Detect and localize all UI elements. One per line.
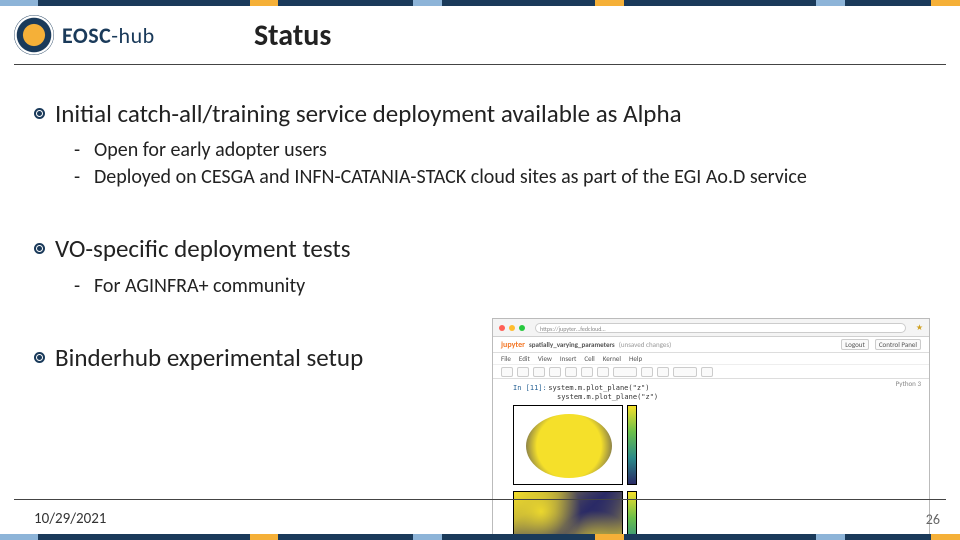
menu-insert: Insert <box>560 354 576 363</box>
dash-icon: - <box>74 164 84 190</box>
window-min-icon <box>509 325 515 331</box>
address-bar: https://jupyter…fedcloud… <box>535 323 906 333</box>
stop-icon <box>641 367 653 377</box>
slide: EOSC-hub Status Initial catch-all/traini… <box>0 0 960 540</box>
sub-text: Deployed on CESGA and INFN-CATANIA-STACK… <box>94 164 807 191</box>
up-icon <box>581 367 593 377</box>
dash-icon: - <box>74 137 84 163</box>
copy-icon <box>549 367 561 377</box>
header: EOSC-hub Status <box>0 6 960 64</box>
code-line-1: system.m.plot_plane("z") <box>548 384 649 392</box>
jupyter-logo-icon: jupyter <box>501 340 525 350</box>
sub-item: - Deployed on CESGA and INFN-CATANIA-STA… <box>74 164 940 191</box>
menu-edit: Edit <box>519 354 530 363</box>
sub-item: - For AGINFRA+ community <box>74 273 940 300</box>
brand-text: EOSC-hub <box>62 22 155 49</box>
bullet-3-text: Binderhub experimental setup <box>55 342 363 373</box>
embedded-screenshot: https://jupyter…fedcloud… ★ jupyter spat… <box>492 318 930 540</box>
control-panel-button: Control Panel <box>875 339 921 350</box>
celltype-select <box>673 367 697 377</box>
notebook-name: spatially_varying_parameters <box>529 340 615 349</box>
logout-button: Logout <box>841 339 869 350</box>
paste-icon <box>565 367 577 377</box>
notebook-state: (unsaved changes) <box>619 340 672 349</box>
bullet-2-subs: - For AGINFRA+ community <box>74 273 940 300</box>
jupyter-menu: File Edit View Insert Cell Kernel Help <box>493 353 929 365</box>
cut-icon <box>533 367 545 377</box>
slide-body: Initial catch-all/training service deplo… <box>34 98 940 480</box>
dash-icon: - <box>74 273 84 299</box>
brand-prefix: EOSC <box>62 22 111 49</box>
down-icon <box>597 367 609 377</box>
sub-text: Open for early adopter users <box>94 137 327 164</box>
command-icon <box>701 367 713 377</box>
bookmark-icon: ★ <box>916 323 923 333</box>
plot-1 <box>513 405 623 485</box>
add-cell-icon <box>517 367 529 377</box>
brand-suffix: -hub <box>111 22 154 49</box>
window-max-icon <box>519 325 525 331</box>
jupyter-toolbar <box>493 365 929 379</box>
bullet-2: VO-specific deployment tests <box>34 233 940 264</box>
footer-date: 10/29/2021 <box>34 510 106 528</box>
menu-kernel: Kernel <box>603 354 621 363</box>
browser-chrome: https://jupyter…fedcloud… ★ <box>493 319 929 337</box>
header-rule <box>14 64 946 65</box>
kernel-indicator: Python 3 <box>896 379 921 388</box>
menu-help: Help <box>629 354 642 363</box>
bottom-color-strip <box>0 534 960 540</box>
footer-rule <box>14 499 946 500</box>
bullet-1-subs: - Open for early adopter users - Deploye… <box>74 137 940 191</box>
in-label: In [11]: <box>513 384 547 392</box>
bullet-1: Initial catch-all/training service deplo… <box>34 98 940 129</box>
code-line-2: system.m.plot_plane("z") <box>557 393 658 401</box>
menu-file: File <box>501 354 511 363</box>
jupyter-header: jupyter spatially_varying_parameters (un… <box>493 337 929 353</box>
save-icon <box>501 367 513 377</box>
footer: 10/29/2021 26 <box>34 510 940 528</box>
page-number: 26 <box>926 511 940 528</box>
window-close-icon <box>499 325 505 331</box>
colorbar-1 <box>627 405 637 485</box>
brand-logo: EOSC-hub <box>14 13 194 57</box>
bullet-icon <box>34 243 45 254</box>
eosc-logo-icon <box>14 15 54 55</box>
bullet-icon <box>34 352 45 363</box>
bullet-2-text: VO-specific deployment tests <box>55 233 351 264</box>
restart-icon <box>657 367 669 377</box>
menu-view: View <box>538 354 552 363</box>
sub-item: - Open for early adopter users <box>74 137 940 164</box>
bullet-1-text: Initial catch-all/training service deplo… <box>55 98 682 129</box>
sub-text: For AGINFRA+ community <box>94 273 305 300</box>
slide-title: Status <box>254 17 331 54</box>
bullet-icon <box>34 108 45 119</box>
menu-cell: Cell <box>584 354 594 363</box>
run-icon <box>613 367 637 377</box>
